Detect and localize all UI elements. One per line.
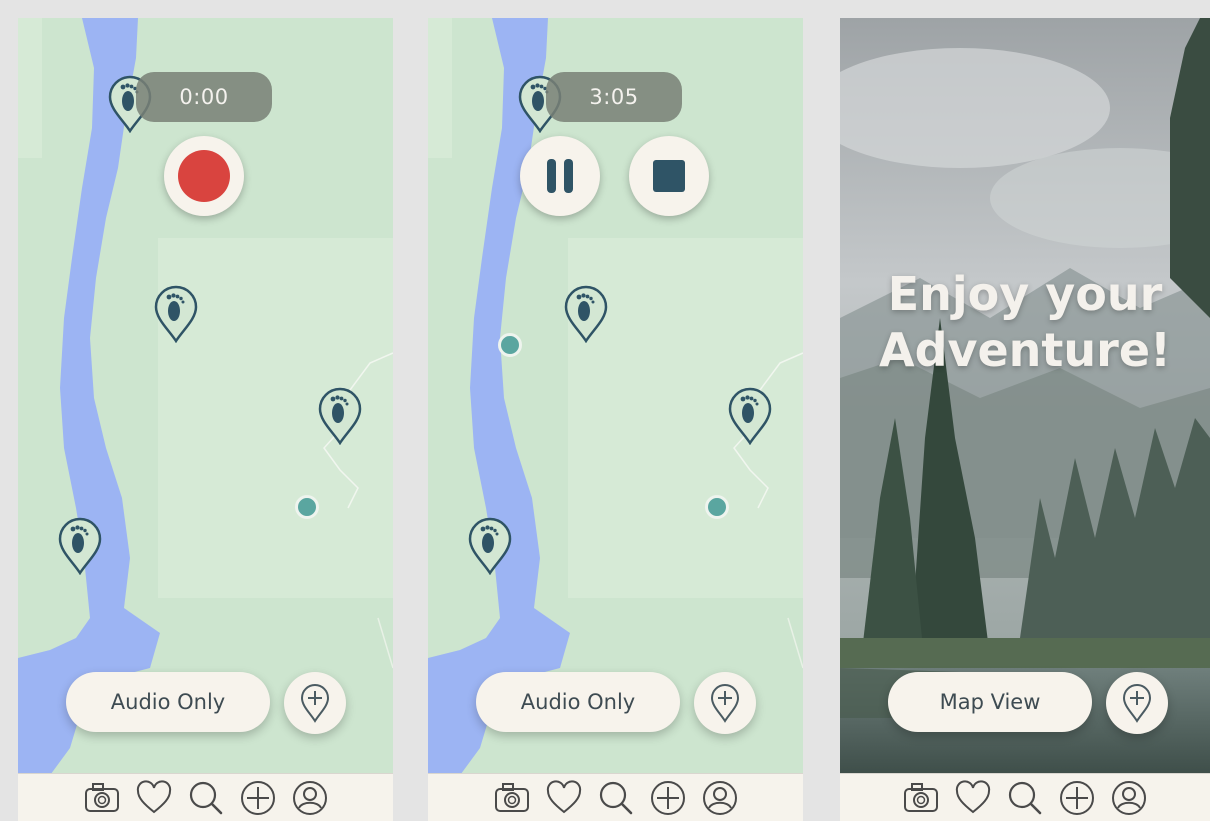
hero-line-2: Adventure! bbox=[878, 323, 1172, 377]
footprint-pin-icon[interactable] bbox=[562, 283, 610, 343]
tab-bar bbox=[18, 773, 393, 821]
camera-tab[interactable] bbox=[901, 778, 941, 818]
profile-icon bbox=[702, 780, 737, 815]
add-pin-button[interactable] bbox=[694, 672, 756, 734]
add-icon bbox=[650, 780, 685, 815]
hero-heading: Enjoy your Adventure! bbox=[840, 266, 1210, 378]
favorites-tab[interactable] bbox=[134, 778, 174, 818]
record-icon bbox=[178, 150, 230, 202]
pause-button[interactable] bbox=[520, 136, 600, 216]
add-tab[interactable] bbox=[648, 778, 688, 818]
add-pin-icon bbox=[301, 684, 329, 722]
add-icon bbox=[1060, 780, 1094, 815]
search-tab[interactable] bbox=[596, 778, 636, 818]
screen-audio-only: Enjoy your Adventure! Map View bbox=[840, 18, 1210, 821]
landscape-photo bbox=[840, 18, 1210, 773]
heart-icon bbox=[546, 779, 581, 813]
stop-button[interactable] bbox=[629, 136, 709, 216]
heart-icon bbox=[136, 779, 171, 813]
add-icon bbox=[240, 780, 275, 815]
favorites-tab[interactable] bbox=[953, 778, 993, 818]
recording-timer: 3:05 bbox=[546, 72, 682, 122]
location-dot[interactable] bbox=[498, 333, 522, 357]
search-icon bbox=[189, 781, 222, 814]
footprint-pin-icon[interactable] bbox=[316, 385, 364, 445]
screen-recording-active: 3:05 Audio Only bbox=[428, 18, 803, 821]
favorites-tab[interactable] bbox=[544, 778, 584, 818]
add-pin-button[interactable] bbox=[1106, 672, 1168, 734]
record-button[interactable] bbox=[164, 136, 244, 216]
search-tab[interactable] bbox=[1005, 778, 1045, 818]
footprint-pin-icon[interactable] bbox=[152, 283, 200, 343]
profile-tab[interactable] bbox=[1109, 778, 1149, 818]
heart-icon bbox=[955, 779, 991, 813]
add-pin-icon bbox=[711, 684, 739, 722]
screen-recording-idle: 0:00 Audio Only bbox=[18, 18, 393, 821]
tab-bar bbox=[428, 773, 803, 821]
pause-icon bbox=[547, 159, 573, 193]
stop-icon bbox=[653, 160, 685, 192]
camera-icon bbox=[904, 782, 938, 812]
footprint-pin-icon[interactable] bbox=[726, 385, 774, 445]
camera-tab[interactable] bbox=[492, 778, 532, 818]
footprint-pin-icon[interactable] bbox=[56, 515, 104, 575]
map-view-button[interactable]: Map View bbox=[888, 672, 1092, 732]
recording-timer: 0:00 bbox=[136, 72, 272, 122]
search-tab[interactable] bbox=[186, 778, 226, 818]
footprint-pin-icon[interactable] bbox=[466, 515, 514, 575]
search-icon bbox=[1008, 781, 1042, 814]
tab-bar bbox=[840, 773, 1210, 821]
camera-icon bbox=[494, 782, 529, 812]
add-pin-button[interactable] bbox=[284, 672, 346, 734]
add-tab[interactable] bbox=[238, 778, 278, 818]
profile-tab[interactable] bbox=[700, 778, 740, 818]
location-dot[interactable] bbox=[295, 495, 319, 519]
add-tab[interactable] bbox=[1057, 778, 1097, 818]
profile-icon bbox=[1112, 780, 1146, 815]
audio-only-button[interactable]: Audio Only bbox=[476, 672, 680, 732]
camera-tab[interactable] bbox=[82, 778, 122, 818]
location-dot[interactable] bbox=[705, 495, 729, 519]
camera-icon bbox=[84, 782, 119, 812]
hero-line-1: Enjoy your bbox=[887, 267, 1163, 321]
add-pin-icon bbox=[1123, 684, 1151, 722]
profile-tab[interactable] bbox=[290, 778, 330, 818]
profile-icon bbox=[292, 780, 327, 815]
search-icon bbox=[599, 781, 632, 814]
audio-only-button[interactable]: Audio Only bbox=[66, 672, 270, 732]
